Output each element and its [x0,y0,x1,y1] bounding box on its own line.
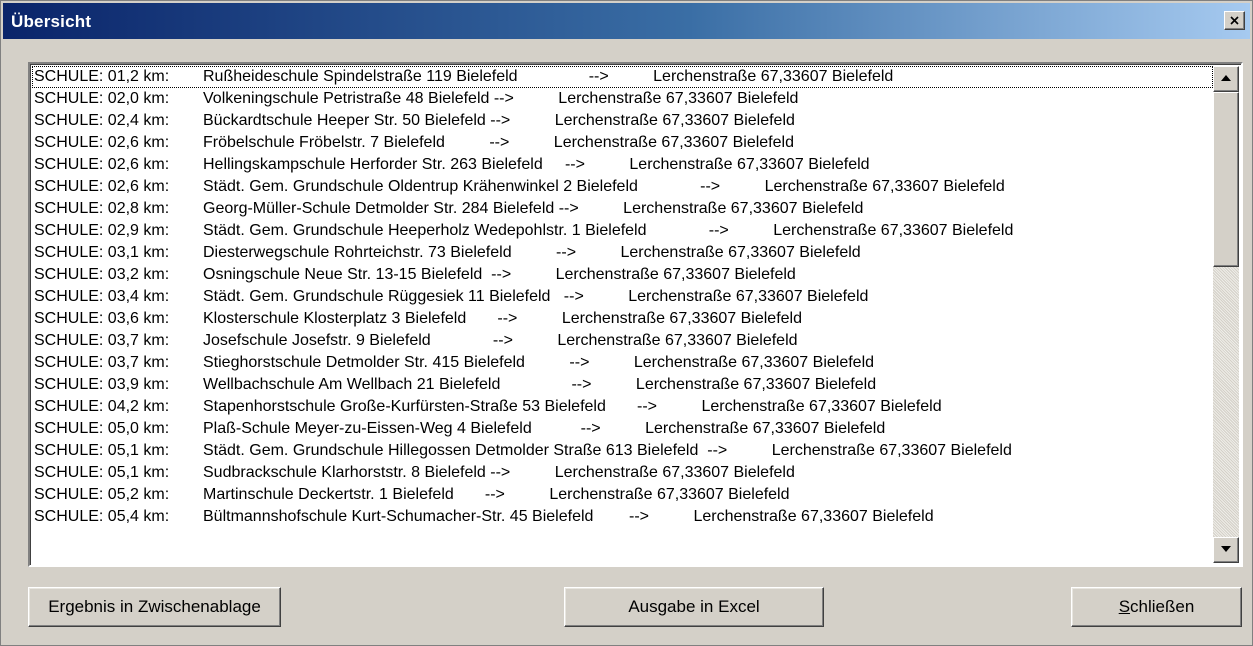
list-item-distance: SCHULE: 03,6 km: [34,310,170,327]
list-item-route: Fröbelschule Fröbelstr. 7 Bielefeld --> … [203,134,794,151]
list-item[interactable]: SCHULE: 03,4 km: Städt. Gem. Grundschule … [32,286,1213,308]
list-item[interactable]: SCHULE: 01,2 km: Rußheideschule Spindelst… [32,66,1213,88]
list-item-route: Volkeningschule Petristraße 48 Bielefeld… [203,90,799,107]
close-label-rest: chließen [1130,597,1195,616]
list-item[interactable]: SCHULE: 02,6 km: Städt. Gem. Grundschule … [32,176,1213,198]
scroll-up-button[interactable] [1213,66,1239,92]
list-item-route: Plaß-Schule Meyer-zu-Eissen-Weg 4 Bielef… [203,420,886,437]
list-item-distance: SCHULE: 03,2 km: [34,266,170,283]
list-item[interactable]: SCHULE: 02,0 km: Volkeningschule Petristr… [32,88,1213,110]
list-item-distance: SCHULE: 02,8 km: [34,200,170,217]
list-item[interactable]: SCHULE: 02,6 km: Hellingskampschule Herfo… [32,154,1213,176]
list-item-route: Stieghorstschule Detmolder Str. 415 Biel… [203,354,875,371]
list-item[interactable]: SCHULE: 02,4 km: Bückardtschule Heeper St… [32,110,1213,132]
list-item-route: Josefschule Josefstr. 9 Bielefeld --> Le… [203,332,798,349]
list-item-route: Bückardtschule Heeper Str. 50 Bielefeld … [203,112,795,129]
list-item[interactable]: SCHULE: 03,6 km: Klosterschule Klosterpla… [32,308,1213,330]
list-item-distance: SCHULE: 02,9 km: [34,222,170,239]
results-list: SCHULE: 01,2 km: Rußheideschule Spindelst… [32,66,1213,563]
list-item-route: Martinschule Deckertstr. 1 Bielefeld -->… [203,486,790,503]
list-item-distance: SCHULE: 02,4 km: [34,112,170,129]
scroll-down-button[interactable] [1213,537,1239,563]
list-item-route: Rußheideschule Spindelstraße 119 Bielefe… [203,68,894,85]
list-item[interactable]: SCHULE: 03,2 km: Osningschule Neue Str. 1… [32,264,1213,286]
scroll-up-arrow-icon [1221,75,1231,81]
list-item-route: Städt. Gem. Grundschule Heeperholz Wedep… [203,222,1014,239]
list-item-route: Hellingskampschule Herforder Str. 263 Bi… [203,156,870,173]
list-item-distance: SCHULE: 03,9 km: [34,376,170,393]
export-excel-button[interactable]: Ausgabe in Excel [564,587,824,627]
list-item-distance: SCHULE: 02,6 km: [34,156,170,173]
list-item[interactable]: SCHULE: 05,1 km: Sudbrackschule Klarhorst… [32,462,1213,484]
list-item-distance: SCHULE: 01,2 km: [34,68,170,85]
list-item-route: Sudbrackschule Klarhorststr. 8 Bielefeld… [203,464,795,481]
close-icon [1230,16,1239,25]
list-item[interactable]: SCHULE: 03,7 km: Stieghorstschule Detmold… [32,352,1213,374]
list-item-route: Klosterschule Klosterplatz 3 Bielefeld -… [203,310,802,327]
list-item-route: Städt. Gem. Grundschule Oldentrup Krähen… [203,178,1005,195]
vertical-scrollbar[interactable] [1213,66,1239,563]
list-item-route: Stapenhorstschule Große-Kurfürsten-Straß… [203,398,942,415]
results-listbox[interactable]: SCHULE: 01,2 km: Rußheideschule Spindelst… [28,62,1243,567]
list-item-distance: SCHULE: 03,7 km: [34,354,170,371]
list-item[interactable]: SCHULE: 03,7 km: Josefschule Josefstr. 9 … [32,330,1213,352]
close-button[interactable]: Schließen [1071,587,1242,627]
list-item[interactable]: SCHULE: 05,4 km: Bültmannshofschule Kurt-… [32,506,1213,528]
list-item-route: Städt. Gem. Grundschule Hillegossen Detm… [203,442,1012,459]
list-item-distance: SCHULE: 05,0 km: [34,420,170,437]
list-item-distance: SCHULE: 03,4 km: [34,288,170,305]
list-item-route: Städt. Gem. Grundschule Rüggesiek 11 Bie… [203,288,869,305]
list-item-route: Wellbachschule Am Wellbach 21 Bielefeld … [203,376,877,393]
list-item-distance: SCHULE: 05,1 km: [34,464,170,481]
list-item-distance: SCHULE: 05,4 km: [34,508,170,525]
list-item[interactable]: SCHULE: 05,2 km: Martinschule Deckertstr.… [32,484,1213,506]
list-item[interactable]: SCHULE: 03,1 km: Diesterwegschule Rohrtei… [32,242,1213,264]
title-bar[interactable]: Übersicht [3,3,1250,39]
list-item-route: Georg-Müller-Schule Detmolder Str. 284 B… [203,200,864,217]
list-item[interactable]: SCHULE: 03,9 km: Wellbachschule Am Wellba… [32,374,1213,396]
scroll-down-arrow-icon [1221,546,1231,552]
list-item-distance: SCHULE: 05,2 km: [34,486,170,503]
list-item-distance: SCHULE: 05,1 km: [34,442,170,459]
list-item-route: Diesterwegschule Rohrteichstr. 73 Bielef… [203,244,861,261]
list-item-distance: SCHULE: 02,6 km: [34,178,170,195]
list-item[interactable]: SCHULE: 05,0 km: Plaß-Schule Meyer-zu-Eis… [32,418,1213,440]
list-item[interactable]: SCHULE: 02,8 km: Georg-Müller-Schule Detm… [32,198,1213,220]
close-window-button[interactable] [1224,11,1245,30]
list-item-route: Osningschule Neue Str. 13-15 Bielefeld -… [203,266,796,283]
overview-dialog: Übersicht SCHULE: 01,2 km: Rußheideschule… [0,0,1253,646]
list-item[interactable]: SCHULE: 02,9 km: Städt. Gem. Grundschule … [32,220,1213,242]
close-button-label: Schließen [1119,597,1195,617]
window-title: Übersicht [11,12,92,31]
list-item-distance: SCHULE: 03,1 km: [34,244,170,261]
export-excel-label: Ausgabe in Excel [628,597,760,616]
list-item-distance: SCHULE: 02,6 km: [34,134,170,151]
list-item-route: Bültmannshofschule Kurt-Schumacher-Str. … [203,508,934,525]
copy-to-clipboard-button[interactable]: Ergebnis in Zwischenablage [28,587,281,627]
list-item[interactable]: SCHULE: 05,1 km: Städt. Gem. Grundschule … [32,440,1213,462]
list-item[interactable]: SCHULE: 02,6 km: Fröbelschule Fröbelstr. … [32,132,1213,154]
list-item[interactable]: SCHULE: 04,2 km: Stapenhorstschule Große-… [32,396,1213,418]
list-item-distance: SCHULE: 02,0 km: [34,90,170,107]
list-item-distance: SCHULE: 03,7 km: [34,332,170,349]
copy-to-clipboard-label: Ergebnis in Zwischenablage [48,597,261,616]
scrollbar-thumb[interactable] [1213,92,1239,267]
list-item-distance: SCHULE: 04,2 km: [34,398,170,415]
close-accelerator: S [1118,597,1131,616]
